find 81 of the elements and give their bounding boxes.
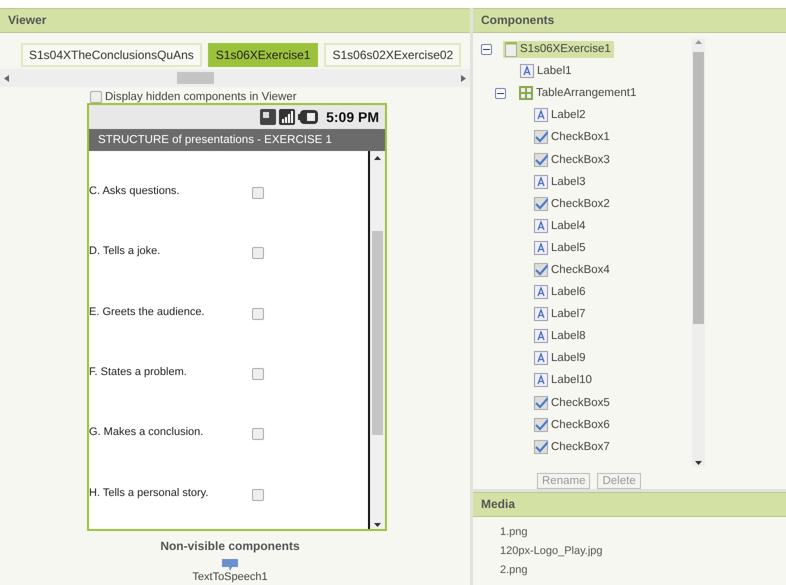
tree-item[interactable]: CheckBox3 (532, 152, 613, 168)
tree-item[interactable]: Label8 (532, 328, 589, 344)
checkbox[interactable] (252, 187, 264, 199)
arrow-right-icon[interactable] (461, 74, 466, 82)
tree-item[interactable]: Label4 (532, 218, 589, 234)
scroll-thumb[interactable] (372, 231, 383, 435)
checkbox-icon (534, 440, 548, 454)
panel-header: Viewer (0, 8, 470, 33)
label-icon (534, 351, 548, 366)
media-file[interactable]: 120px-Logo_Play.jpg (473, 542, 786, 561)
tree-item[interactable]: Label1 (518, 63, 575, 80)
label-icon (534, 307, 548, 322)
vertical-scrollbar[interactable] (370, 151, 385, 529)
label-icon (534, 240, 548, 255)
tree-item[interactable]: Label3 (532, 174, 589, 190)
media-file[interactable]: 1.png (473, 523, 786, 542)
option-label: D. Tells a joke. (89, 244, 162, 258)
checkbox[interactable] (90, 91, 102, 103)
screen-tab[interactable]: S1s06s02XExercise02 (324, 43, 462, 67)
arrow-down-icon[interactable] (695, 459, 702, 467)
tree-item[interactable]: Label5 (532, 240, 589, 256)
tree-item[interactable]: CheckBox7 (532, 438, 613, 455)
tree-item[interactable]: S1s06XExercise1 (503, 40, 614, 58)
label-icon (534, 218, 548, 233)
tree-item[interactable]: CheckBox4 (532, 262, 613, 278)
status-time: 5:09 PM (326, 109, 379, 125)
tree-item[interactable]: CheckBox5 (532, 394, 613, 411)
label-icon (534, 174, 548, 189)
vertical-scrollbar[interactable] (692, 38, 705, 467)
tree-item[interactable]: CheckBox1 (532, 129, 613, 146)
option-label: H. Tells a personal story. (89, 486, 210, 499)
tree-item[interactable]: Label2 (532, 107, 589, 124)
checkbox[interactable] (252, 308, 264, 320)
media-file[interactable]: 2.png (473, 561, 786, 580)
option-label: F. States a problem. (89, 364, 188, 378)
checkbox-icon (534, 262, 548, 277)
option-label: G. Makes a conclusion. (89, 425, 204, 438)
label-icon (534, 108, 548, 122)
panel-header: Components (473, 8, 786, 33)
scroll-thumb[interactable] (693, 52, 704, 324)
checkbox[interactable] (252, 368, 264, 380)
label-icon (534, 373, 548, 388)
component-name[interactable]: TextToSpeech1 (192, 571, 268, 583)
arrow-down-icon[interactable] (374, 521, 381, 529)
network-icon (260, 109, 276, 125)
tree-item[interactable]: CheckBox2 (532, 196, 613, 212)
checkbox-icon (534, 418, 548, 432)
label-icon (520, 64, 534, 78)
checkbox[interactable] (252, 247, 264, 260)
battery-icon (298, 110, 318, 124)
checkbox-icon (534, 196, 548, 211)
label-icon (534, 285, 548, 300)
tree-item[interactable]: Label7 (532, 306, 589, 322)
checkbox[interactable] (252, 428, 264, 440)
tree-item[interactable]: Label10 (532, 372, 595, 388)
checkbox[interactable] (252, 488, 264, 501)
panel-header: Media (473, 492, 786, 517)
option-label: C. Asks questions. (89, 184, 180, 197)
checkbox-icon (534, 396, 548, 410)
app-title-bar: STRUCTURE of presentations - EXERCISE 1 (89, 129, 385, 151)
option-label: E. Greets the audience. (89, 304, 206, 318)
screen-tab[interactable]: S1s04XTheConclusionsQuAns (21, 43, 202, 67)
scroll-thumb[interactable] (176, 72, 214, 84)
signal-icon (279, 109, 296, 125)
checkbox-icon (534, 130, 548, 144)
arrow-left-icon[interactable] (4, 74, 9, 82)
checkbox-label: Display hidden components in Viewer (105, 91, 297, 103)
tree-item[interactable]: CheckBox6 (532, 416, 613, 433)
table-icon (519, 86, 533, 100)
tree-item[interactable]: TableArrangement1 (517, 85, 640, 102)
label-icon (534, 329, 548, 344)
tree-item[interactable]: Label6 (532, 284, 589, 300)
section-title: Non-visible components (159, 539, 301, 553)
horizontal-scrollbar[interactable] (0, 69, 470, 87)
screen-icon (505, 42, 517, 57)
collapse-icon[interactable] (481, 44, 492, 55)
collapse-icon[interactable] (495, 88, 506, 99)
checkbox-icon (534, 152, 548, 167)
screen-tab[interactable]: S1s06XExercise1 (208, 43, 318, 67)
speech-bubble-icon (222, 559, 238, 571)
tree-item[interactable]: Label9 (532, 350, 589, 366)
